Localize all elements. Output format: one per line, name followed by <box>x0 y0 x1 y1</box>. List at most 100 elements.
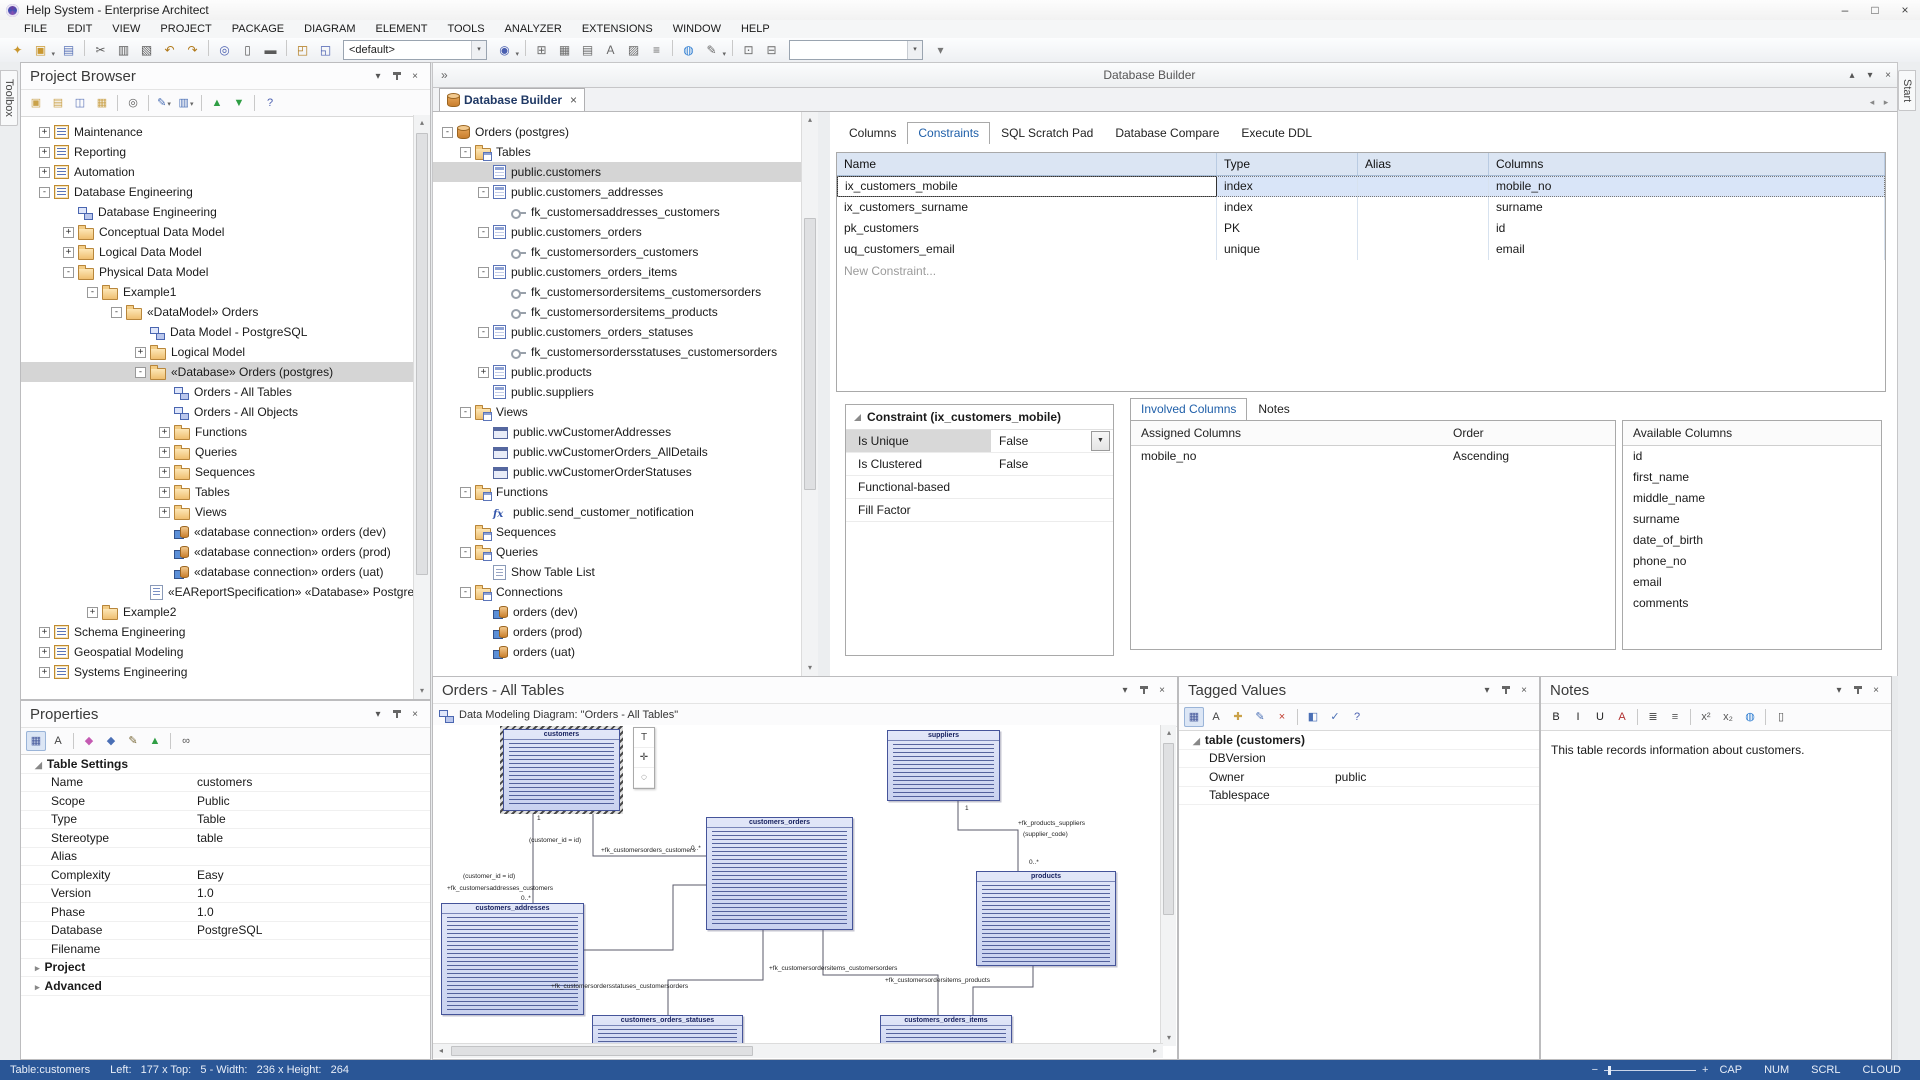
tree-item[interactable]: public.products <box>433 362 818 382</box>
tree-item[interactable]: Automation <box>21 162 430 182</box>
property-value[interactable]: table <box>191 831 430 845</box>
splitter[interactable] <box>818 112 830 676</box>
tree-item[interactable]: public.vwCustomerOrderStatuses <box>433 462 818 482</box>
tree-item[interactable]: Example1 <box>21 282 430 302</box>
toolbar-icon[interactable]: ▦ <box>26 731 46 751</box>
menu-item[interactable]: PACKAGE <box>222 20 294 38</box>
tagged-value-row[interactable]: Tablespace <box>1179 787 1539 806</box>
tree-item[interactable]: «database connection» orders (prod) <box>21 542 430 562</box>
expander-icon[interactable] <box>87 287 98 298</box>
constraint-alias[interactable] <box>1358 218 1489 239</box>
toolbar-icon[interactable]: ▤ <box>577 40 598 60</box>
selection-hatch[interactable]: customers <box>500 726 623 814</box>
toolbar-icon[interactable]: ▥ <box>113 40 134 60</box>
expander-icon[interactable] <box>159 447 170 458</box>
tab-scroll-right-icon[interactable]: ▸ <box>1879 97 1893 108</box>
diagram-hscrollbar[interactable]: ◂ ▸ <box>433 1043 1163 1058</box>
status-indicator[interactable]: CAP <box>1708 1064 1753 1076</box>
panel-close-icon[interactable]: × <box>1153 685 1171 696</box>
tree-item[interactable]: Example2 <box>21 602 430 622</box>
toolbar-icon[interactable]: ▬ <box>260 40 281 60</box>
expander-icon[interactable] <box>135 347 146 358</box>
tree-item[interactable]: Views <box>21 502 430 522</box>
scroll-thumb[interactable] <box>1163 743 1174 915</box>
diagram-tool-icon[interactable]: ◌ <box>634 768 654 788</box>
property-row[interactable]: Name customers <box>21 774 430 793</box>
tree-item[interactable]: «database connection» orders (uat) <box>21 562 430 582</box>
entity-customers-addresses[interactable]: customers_addresses <box>441 903 584 1015</box>
toolbar-icon[interactable]: ▼ <box>229 93 249 113</box>
property-value[interactable]: False <box>991 457 1113 471</box>
constraint-alias[interactable] <box>1358 176 1489 197</box>
tree-item[interactable]: «DataModel» Orders <box>21 302 430 322</box>
constraint-type[interactable]: index <box>1217 197 1358 218</box>
grid-header-row[interactable]: Name Type Alias Columns <box>837 153 1885 176</box>
panel-expand-icon[interactable]: ▴ <box>1843 70 1861 81</box>
constraint-row[interactable]: pk_customers PK id <box>837 218 1885 239</box>
collapse-triangle-icon[interactable] <box>854 414 861 421</box>
panel-menu-icon[interactable]: ▾ <box>1116 685 1134 696</box>
toolbar-icon[interactable] <box>525 40 526 56</box>
tree-item[interactable]: orders (uat) <box>433 642 818 662</box>
entity-suppliers[interactable]: suppliers <box>887 730 1000 801</box>
notes-text[interactable]: This table records information about cus… <box>1541 731 1891 769</box>
toolbar-icon[interactable]: I <box>1568 707 1588 727</box>
tree-item[interactable]: Logical Data Model <box>21 242 430 262</box>
toolbar-icon[interactable] <box>672 40 673 56</box>
toolbar-icon[interactable]: A <box>1206 707 1226 727</box>
panel-close-icon[interactable]: × <box>1515 685 1533 696</box>
toolbar-icon[interactable]: ≡ <box>1665 707 1685 727</box>
scroll-thumb[interactable] <box>416 133 428 575</box>
property-row[interactable]: Database PostgreSQL <box>21 922 430 941</box>
expander-icon[interactable] <box>135 367 146 378</box>
toolbar-icon[interactable] <box>1765 709 1766 725</box>
constraint-row[interactable]: ix_customers_surname index surname <box>837 197 1885 218</box>
tree-item[interactable]: public.send_customer_notification <box>433 502 818 522</box>
scroll-up-icon[interactable]: ▴ <box>802 112 818 128</box>
menu-item[interactable]: WINDOW <box>663 20 731 38</box>
toolbar-icon[interactable]: A <box>1612 707 1632 727</box>
expander-icon[interactable] <box>39 647 50 658</box>
tree-item[interactable]: «EAReportSpecification» «Database» Postg… <box>21 582 430 602</box>
status-indicator[interactable]: SCRL <box>1800 1064 1851 1076</box>
tree-item[interactable]: public.vwCustomerAddresses <box>433 422 818 442</box>
constraint-property-row[interactable]: Is Clustered False <box>846 453 1113 476</box>
maximize-button[interactable]: □ <box>1860 1 1890 20</box>
toolbar-icon[interactable]: ▣ <box>26 93 46 113</box>
expander-icon[interactable] <box>159 507 170 518</box>
entity-customers-orders-statuses[interactable]: customers_orders_statuses <box>592 1015 743 1046</box>
available-column-item[interactable]: date_of_birth <box>1623 530 1881 551</box>
toolbar-icon[interactable]: ▲ <box>145 731 165 751</box>
diagram-vscrollbar[interactable]: ▴ ▾ <box>1160 725 1176 1046</box>
property-row[interactable]: Phase 1.0 <box>21 903 430 922</box>
toolbar-icon[interactable]: ✎ <box>154 93 174 113</box>
tree-item[interactable]: public.customers_orders_statuses <box>433 322 818 342</box>
expander-icon[interactable] <box>460 487 471 498</box>
available-column-item[interactable]: first_name <box>1623 467 1881 488</box>
toolbar-icon[interactable]: ▥ <box>176 93 196 113</box>
toolbar-icon[interactable]: ✎ <box>701 40 722 60</box>
menu-item[interactable]: FILE <box>14 20 57 38</box>
view-tab[interactable]: Columns <box>838 122 907 144</box>
toolbar-icon[interactable]: ✦ <box>7 40 28 60</box>
tree-item[interactable]: Orders - All Tables <box>21 382 430 402</box>
toolbar-icon[interactable]: ? <box>260 93 280 113</box>
toolbar-icon[interactable]: ▲ <box>207 93 227 113</box>
expander-icon[interactable] <box>442 127 453 138</box>
toolbar-icon[interactable] <box>170 733 171 749</box>
toolbar-icon[interactable]: ◫ <box>70 93 90 113</box>
constraint-property-row[interactable]: Fill Factor <box>846 499 1113 522</box>
constraint-alias[interactable] <box>1358 239 1489 260</box>
zoom-out-icon[interactable]: − <box>1592 1064 1598 1076</box>
menu-item[interactable]: PROJECT <box>150 20 221 38</box>
panel-menu-icon[interactable]: ▾ <box>1861 70 1879 81</box>
toolbar-icon[interactable]: A <box>600 40 621 60</box>
toolbar-icon[interactable] <box>117 95 118 111</box>
expander-icon[interactable] <box>159 467 170 478</box>
toolbar-icon[interactable]: B <box>1546 707 1566 727</box>
expander-icon[interactable] <box>460 547 471 558</box>
tab-close-icon[interactable]: × <box>570 93 577 107</box>
tree-item[interactable]: public.customers_addresses <box>433 182 818 202</box>
tree-item[interactable]: Sequences <box>433 522 818 542</box>
expander-icon[interactable] <box>39 187 50 198</box>
